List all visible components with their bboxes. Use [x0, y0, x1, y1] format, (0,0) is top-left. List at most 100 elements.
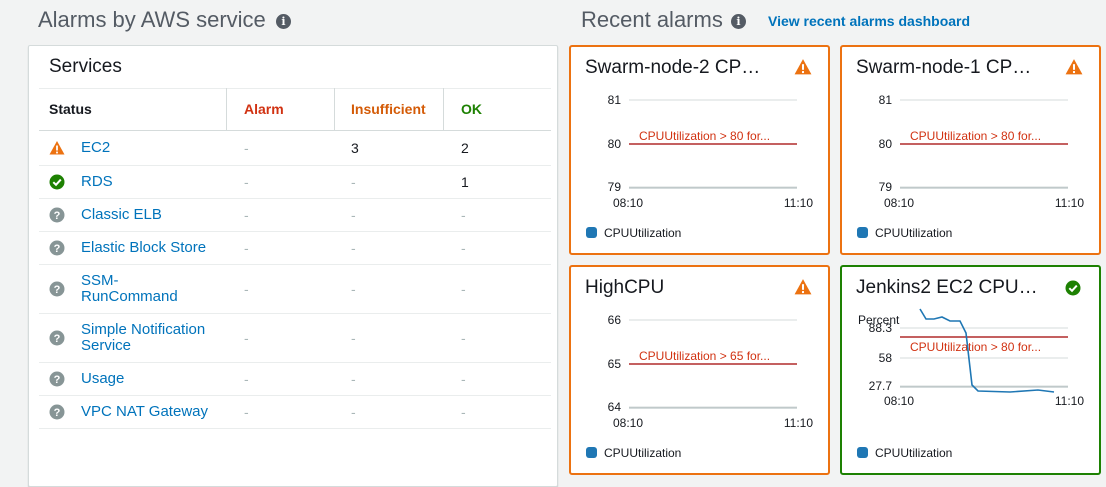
- y-tick-label: 79: [608, 180, 622, 194]
- col-status-header: Status: [49, 101, 92, 117]
- cell-alarm: -: [244, 173, 249, 190]
- cell-alarm: -: [244, 140, 249, 156]
- legend-label: CPUUtilization: [604, 226, 682, 240]
- warning-icon: [794, 58, 812, 76]
- alarm-chart: 66 65 64 CPUUtilization > 65 for... 08:10 11:…: [608, 313, 814, 430]
- legend-swatch: [857, 227, 868, 238]
- check-icon: [1065, 280, 1083, 298]
- svg-text:?: ?: [54, 284, 61, 296]
- cell-alarm: -: [244, 239, 249, 256]
- cell-alarm: -: [244, 329, 249, 346]
- services-heading: Alarms by AWS service i: [38, 7, 291, 33]
- divider: [39, 88, 551, 89]
- x-tick-label: 11:10: [1055, 394, 1084, 408]
- y-tick-label: 79: [879, 180, 893, 194]
- col-separator: [334, 88, 335, 130]
- y-tick-label: 81: [608, 93, 622, 107]
- alarm-title[interactable]: Jenkins2 EC2 CPU…: [856, 277, 1038, 299]
- alarm-card[interactable]: Swarm-node-1 CP… 81 80 79 CPUUtilization > 8…: [840, 45, 1101, 255]
- alarm-card[interactable]: Jenkins2 EC2 CPU… Percent 88.3 58 27.7 CPUUti…: [840, 265, 1101, 475]
- col-ok-header: OK: [461, 101, 482, 117]
- service-link[interactable]: RDS: [81, 173, 113, 190]
- threshold-label: CPUUtilization > 65 for...: [639, 349, 770, 363]
- y-tick-label: 80: [608, 137, 622, 151]
- cell-alarm: -: [244, 403, 249, 420]
- legend-label: CPUUtilization: [875, 226, 953, 240]
- alarm-chart: 81 80 79 CPUUtilization > 80 for... 08:10 11:…: [608, 93, 814, 210]
- threshold-label: CPUUtilization > 80 for...: [910, 340, 1041, 354]
- cell-ok: -: [461, 280, 466, 297]
- table-row: [39, 165, 551, 198]
- services-heading-text: Alarms by AWS service: [38, 7, 266, 32]
- legend-swatch: [586, 447, 597, 458]
- cell-insufficient: -: [351, 239, 356, 256]
- alarm-card[interactable]: HighCPU 66 65 64 CPUUtilization > 65 for... 0…: [569, 265, 830, 475]
- check-icon: [49, 174, 65, 190]
- col-alarm-header: Alarm: [244, 101, 284, 117]
- cell-ok: 2: [461, 140, 469, 156]
- question-icon: ?: [49, 240, 65, 256]
- cell-insufficient: -: [351, 173, 356, 190]
- legend-swatch: [857, 447, 868, 458]
- x-tick-label: 08:10: [884, 196, 914, 210]
- threshold-label: CPUUtilization > 80 for...: [639, 129, 770, 143]
- alarm-card[interactable]: Swarm-node-2 CP… 81 80 79 CPUUtilization > 8…: [569, 45, 830, 255]
- x-tick-label: 08:10: [613, 196, 643, 210]
- svg-text:?: ?: [54, 374, 61, 386]
- y-tick-label: 65: [608, 357, 622, 371]
- y-tick-label: 80: [879, 137, 893, 151]
- services-panel: Services Status Alarm Insufficient OK EC…: [28, 45, 558, 487]
- warning-icon: [794, 278, 812, 296]
- info-icon[interactable]: i: [730, 14, 746, 29]
- legend-swatch: [586, 227, 597, 238]
- x-tick-label: 08:10: [613, 416, 643, 430]
- cell-ok: -: [461, 206, 466, 223]
- cell-insufficient: -: [351, 280, 356, 297]
- col-insufficient-header: Insufficient: [351, 101, 426, 117]
- alarm-title[interactable]: Swarm-node-2 CP…: [585, 57, 760, 79]
- recent-heading-text: Recent alarms: [581, 7, 723, 32]
- x-tick-label: 11:10: [1055, 196, 1084, 210]
- legend-label: CPUUtilization: [604, 446, 682, 460]
- y-tick-label: 58: [879, 351, 893, 365]
- row-divider: [39, 428, 551, 429]
- question-icon: ?: [49, 207, 65, 223]
- threshold-label: CPUUtilization > 80 for...: [910, 129, 1041, 143]
- warning-icon: [49, 140, 65, 156]
- y-tick-label: 81: [879, 93, 893, 107]
- x-tick-label: 08:10: [884, 394, 914, 408]
- svg-text:?: ?: [54, 243, 61, 255]
- cell-ok: 1: [461, 173, 469, 190]
- question-icon: ?: [49, 281, 65, 297]
- x-tick-label: 11:10: [784, 416, 813, 430]
- cell-insufficient: -: [351, 329, 356, 346]
- svg-text:?: ?: [54, 210, 61, 222]
- svg-text:?: ?: [54, 407, 61, 419]
- cell-ok: -: [461, 403, 466, 420]
- service-link[interactable]: Elastic Block Store: [81, 239, 206, 256]
- question-icon: ?: [49, 330, 65, 346]
- col-separator: [226, 88, 227, 130]
- alarm-title[interactable]: HighCPU: [585, 277, 664, 299]
- service-link[interactable]: Classic ELB: [81, 206, 162, 223]
- info-icon[interactable]: i: [275, 14, 291, 29]
- cell-ok: -: [461, 329, 466, 346]
- cell-ok: -: [461, 239, 466, 256]
- y-tick-label: 27.7: [869, 379, 893, 393]
- cell-insufficient: -: [351, 403, 356, 420]
- cell-ok: -: [461, 370, 466, 387]
- cell-insufficient: 3: [351, 140, 359, 156]
- alarm-chart: 81 80 79 CPUUtilization > 80 for... 08:10 11:…: [879, 93, 1085, 210]
- service-link[interactable]: SSM- RunCommand: [81, 272, 178, 305]
- question-icon: ?: [49, 371, 65, 387]
- alarm-title[interactable]: Swarm-node-1 CP…: [856, 57, 1031, 79]
- service-link[interactable]: Simple Notification Service: [81, 321, 205, 354]
- service-link[interactable]: EC2: [81, 140, 110, 156]
- service-link[interactable]: Usage: [81, 370, 124, 387]
- service-link[interactable]: VPC NAT Gateway: [81, 403, 208, 420]
- cell-insufficient: -: [351, 206, 356, 223]
- view-dashboard-link[interactable]: View recent alarms dashboard: [768, 13, 970, 29]
- cell-alarm: -: [244, 206, 249, 223]
- x-tick-label: 11:10: [784, 196, 813, 210]
- panel-title: Services: [49, 56, 122, 77]
